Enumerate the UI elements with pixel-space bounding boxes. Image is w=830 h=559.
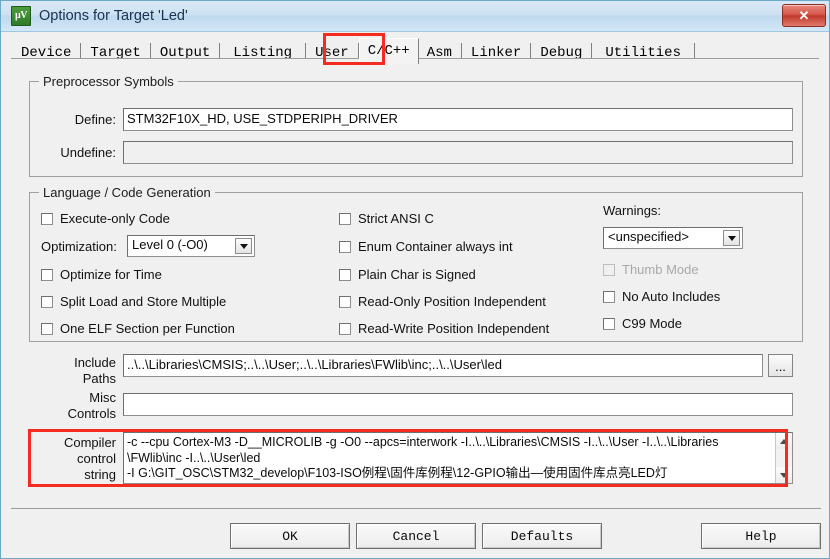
checkbox-label: Optimize for Time xyxy=(60,267,162,282)
checkbox-read-write-position-independent[interactable]: Read-Write Position Independent xyxy=(339,321,549,336)
compiler-control-string-textarea[interactable]: -c --cpu Cortex-M3 -D__MICROLIB -g -O0 -… xyxy=(123,432,793,484)
optimization-select[interactable]: Level 0 (-O0) xyxy=(127,235,255,257)
checkbox-box xyxy=(41,323,53,335)
misc-controls-input[interactable] xyxy=(123,393,793,416)
checkbox-box xyxy=(41,213,53,225)
checkbox-plain-char-is-signed[interactable]: Plain Char is Signed xyxy=(339,267,476,282)
compiler-string-line: \FWlib\inc -I..\..\User\led xyxy=(127,450,261,465)
checkbox-label: No Auto Includes xyxy=(622,289,721,304)
checkbox-label: Strict ANSI C xyxy=(358,211,434,226)
compiler-string-scrollbar[interactable] xyxy=(775,433,792,483)
undefine-label: Undefine: xyxy=(60,145,116,160)
title-bar: µV Options for Target 'Led' ✕ xyxy=(1,1,829,32)
ok-button[interactable]: OK xyxy=(230,523,350,549)
checkbox-no-auto-includes[interactable]: No Auto Includes xyxy=(603,289,720,304)
include-paths-label-line2: Paths xyxy=(82,371,116,386)
checkbox-label: C99 Mode xyxy=(622,316,682,331)
compiler-control-string-label-line3: string xyxy=(84,467,116,482)
checkbox-box xyxy=(339,213,351,225)
options-dialog: µV Options for Target 'Led' ✕ Device Targ… xyxy=(0,0,830,559)
warnings-select[interactable]: <unspecified> xyxy=(603,227,743,249)
compiler-control-string-label-line1: Compiler xyxy=(63,435,116,450)
compiler-string-line: -I G:\GIT_OSC\STM32_develop\F103-ISO例程\固… xyxy=(127,466,668,480)
checkbox-split-load-store-multiple[interactable]: Split Load and Store Multiple xyxy=(41,294,226,309)
define-input[interactable]: STM32F10X_HD, USE_STDPERIPH_DRIVER xyxy=(123,108,793,131)
checkbox-box xyxy=(339,269,351,281)
checkbox-c99-mode[interactable]: C99 Mode xyxy=(603,316,682,331)
include-paths-browse-button[interactable]: ... xyxy=(768,354,793,377)
checkbox-one-elf-section-per-function[interactable]: One ELF Section per Function xyxy=(41,321,235,336)
scroll-up-icon[interactable] xyxy=(776,433,792,449)
compiler-control-string-text: -c --cpu Cortex-M3 -D__MICROLIB -g -O0 -… xyxy=(127,435,774,482)
help-button[interactable]: Help xyxy=(701,523,821,549)
close-icon[interactable]: ✕ xyxy=(782,4,826,27)
checkbox-label: Read-Write Position Independent xyxy=(358,321,550,336)
checkbox-optimize-for-time[interactable]: Optimize for Time xyxy=(41,267,162,282)
checkbox-box xyxy=(41,296,53,308)
cpp-options-panel: Preprocessor Symbols Define: STM32F10X_H… xyxy=(11,59,821,504)
warnings-label: Warnings: xyxy=(603,203,662,218)
checkbox-execute-only-code[interactable]: Execute-only Code xyxy=(41,211,170,226)
checkbox-label: Split Load and Store Multiple xyxy=(60,294,227,309)
misc-controls-label-line1: Misc xyxy=(89,390,116,405)
language-group-title: Language / Code Generation xyxy=(39,185,215,200)
checkbox-label: One ELF Section per Function xyxy=(60,321,235,336)
checkbox-label: Plain Char is Signed xyxy=(358,267,476,282)
warnings-value: <unspecified> xyxy=(608,229,689,244)
checkbox-strict-ansi-c[interactable]: Strict ANSI C xyxy=(339,211,434,226)
window-title: Options for Target 'Led' xyxy=(39,8,188,24)
footer-divider xyxy=(11,508,821,509)
checkbox-read-only-position-independent[interactable]: Read-Only Position Independent xyxy=(339,294,546,309)
checkbox-box xyxy=(339,323,351,335)
checkbox-thumb-mode: Thumb Mode xyxy=(603,262,699,277)
include-paths-input[interactable]: ..\..\Libraries\CMSIS;..\..\User;..\..\L… xyxy=(123,354,763,377)
checkbox-box xyxy=(603,318,615,330)
checkbox-label: Execute-only Code xyxy=(60,211,170,226)
scroll-down-icon[interactable] xyxy=(776,467,792,483)
keil-uvision-icon: µV xyxy=(11,6,31,26)
chevron-down-icon[interactable] xyxy=(235,238,252,254)
tab-c-c[interactable]: C/C++ xyxy=(358,38,419,64)
preprocessor-group-title: Preprocessor Symbols xyxy=(39,74,178,89)
checkbox-box xyxy=(339,241,351,253)
checkbox-label: Thumb Mode xyxy=(622,262,699,277)
checkbox-enum-container-always-int[interactable]: Enum Container always int xyxy=(339,239,513,254)
checkbox-box xyxy=(41,269,53,281)
checkbox-box xyxy=(603,291,615,303)
optimization-value: Level 0 (-O0) xyxy=(132,237,208,252)
checkbox-box xyxy=(339,296,351,308)
compiler-control-string-label-line2: control xyxy=(76,451,116,466)
define-label: Define: xyxy=(74,112,116,127)
undefine-input[interactable] xyxy=(123,141,793,164)
defaults-button[interactable]: Defaults xyxy=(482,523,602,549)
misc-controls-label-line2: Controls xyxy=(67,406,116,421)
compiler-string-line: -c --cpu Cortex-M3 -D__MICROLIB -g -O0 -… xyxy=(127,435,719,449)
include-paths-label-line1: Include xyxy=(74,355,116,370)
chevron-down-icon[interactable] xyxy=(723,230,740,246)
checkbox-label: Read-Only Position Independent xyxy=(358,294,546,309)
cancel-button[interactable]: Cancel xyxy=(356,523,476,549)
checkbox-box xyxy=(603,264,615,276)
checkbox-label: Enum Container always int xyxy=(358,239,513,254)
optimization-label: Optimization: xyxy=(41,239,117,254)
